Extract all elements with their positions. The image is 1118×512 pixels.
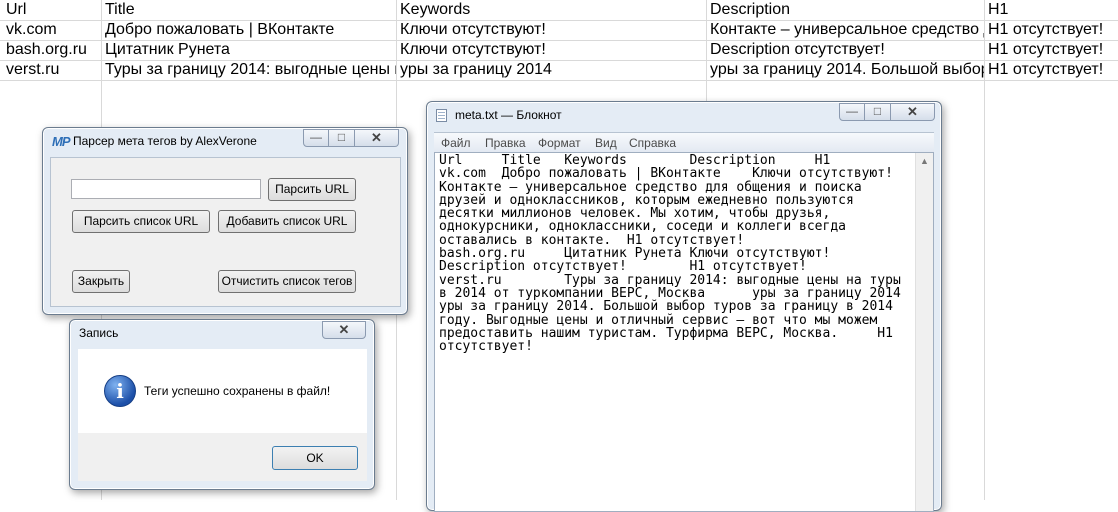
header-cell-title[interactable]: Title <box>101 0 396 20</box>
cell-title[interactable]: Добро пожаловать | ВКонтакте <box>101 20 396 40</box>
cell-h1[interactable]: H1 отсутствует! <box>984 20 1118 40</box>
notepad-title: meta.txt — Блокнот <box>455 108 562 122</box>
url-input[interactable] <box>71 179 261 199</box>
cell-h1[interactable]: H1 отсутствует! <box>984 60 1118 80</box>
cell-url[interactable]: vk.com <box>2 20 101 40</box>
notepad-app-icon <box>436 109 447 122</box>
notepad-window: meta.txt — Блокнот — □ ✕ Файл Правка Фор… <box>426 101 942 512</box>
cell-description[interactable]: Description отсутствует! <box>706 40 984 60</box>
menu-file[interactable]: Файл <box>441 136 471 150</box>
notepad-editor[interactable]: Url Title Keywords Description H1 vk.com… <box>434 152 934 512</box>
cell-url[interactable]: verst.ru <box>2 60 101 80</box>
cell-title[interactable]: Цитатник Рунета <box>101 40 396 60</box>
parser-titlebar[interactable]: MP Парсер мета тегов by AlexVerone — □ ✕ <box>43 128 407 154</box>
maximize-icon[interactable]: □ <box>329 129 355 147</box>
notepad-menubar: Файл Правка Формат Вид Справка <box>434 132 934 152</box>
cell-keywords[interactable]: Ключи отсутствуют! <box>396 20 706 40</box>
table-row: verst.ru Туры за границу 2014: выгодные … <box>0 60 1118 80</box>
menu-format[interactable]: Формат <box>538 136 581 150</box>
cell-keywords[interactable]: Ключи отсутствуют! <box>396 40 706 60</box>
table-row: bash.org.ru Цитатник Рунета Ключи отсутс… <box>0 40 1118 60</box>
info-icon: i <box>104 375 136 407</box>
save-dialog-title: Запись <box>79 326 119 340</box>
add-url-list-button[interactable]: Добавить список URL <box>218 210 356 233</box>
cell-description[interactable]: уры за границу 2014. Большой выбор <box>706 60 984 80</box>
ok-button[interactable]: OK <box>272 446 358 470</box>
parse-url-list-button[interactable]: Парсить список URL <box>72 210 210 233</box>
cell-title[interactable]: Туры за границу 2014: выгодные цены н <box>101 60 396 80</box>
scroll-up-icon[interactable]: ▲ <box>916 153 933 170</box>
menu-edit[interactable]: Правка <box>485 136 526 150</box>
cell-keywords[interactable]: уры за границу 2014 <box>396 60 706 80</box>
notepad-titlebar[interactable]: meta.txt — Блокнот — □ ✕ <box>427 102 941 128</box>
close-button[interactable]: Закрыть <box>72 270 130 293</box>
table-row: vk.com Добро пожаловать | ВКонтакте Ключ… <box>0 20 1118 40</box>
menu-help[interactable]: Справка <box>629 136 676 150</box>
minimize-icon[interactable]: — <box>839 103 865 121</box>
cell-url[interactable]: bash.org.ru <box>2 40 101 60</box>
header-cell-url[interactable]: Url <box>2 0 101 20</box>
cell-description[interactable]: Контакте – универсальное средство д <box>706 20 984 40</box>
parser-logo-icon: MP <box>52 134 70 149</box>
save-dialog-titlebar[interactable]: Запись ✕ <box>70 320 374 346</box>
clear-tags-button[interactable]: Отчистить список тегов <box>218 270 356 293</box>
parser-window: MP Парсер мета тегов by AlexVerone — □ ✕… <box>42 127 408 315</box>
header-row: Url Title Keywords Description H1 <box>0 0 1118 20</box>
save-dialog-message: Теги успешно сохранены в файл! <box>144 384 331 398</box>
notepad-text[interactable]: Url Title Keywords Description H1 vk.com… <box>439 154 923 353</box>
header-cell-h1[interactable]: H1 <box>984 0 1118 20</box>
close-icon[interactable]: ✕ <box>355 129 399 147</box>
header-cell-keywords[interactable]: Keywords <box>396 0 706 20</box>
close-icon[interactable]: ✕ <box>322 321 366 339</box>
save-dialog: Запись ✕ i Теги успешно сохранены в файл… <box>69 319 375 490</box>
row-divider <box>0 80 1118 81</box>
maximize-icon[interactable]: □ <box>865 103 891 121</box>
parser-client-area: Парсить URL Парсить список URL Добавить … <box>50 157 401 307</box>
close-icon[interactable]: ✕ <box>891 103 935 121</box>
parser-title: Парсер мета тегов by AlexVerone <box>73 134 257 148</box>
header-cell-description[interactable]: Description <box>706 0 984 20</box>
menu-view[interactable]: Вид <box>595 136 617 150</box>
minimize-icon[interactable]: — <box>303 129 329 147</box>
vertical-scrollbar[interactable]: ▲ <box>915 153 933 511</box>
parse-url-button[interactable]: Парсить URL <box>268 178 356 201</box>
cell-h1[interactable]: H1 отсутствует! <box>984 40 1118 60</box>
